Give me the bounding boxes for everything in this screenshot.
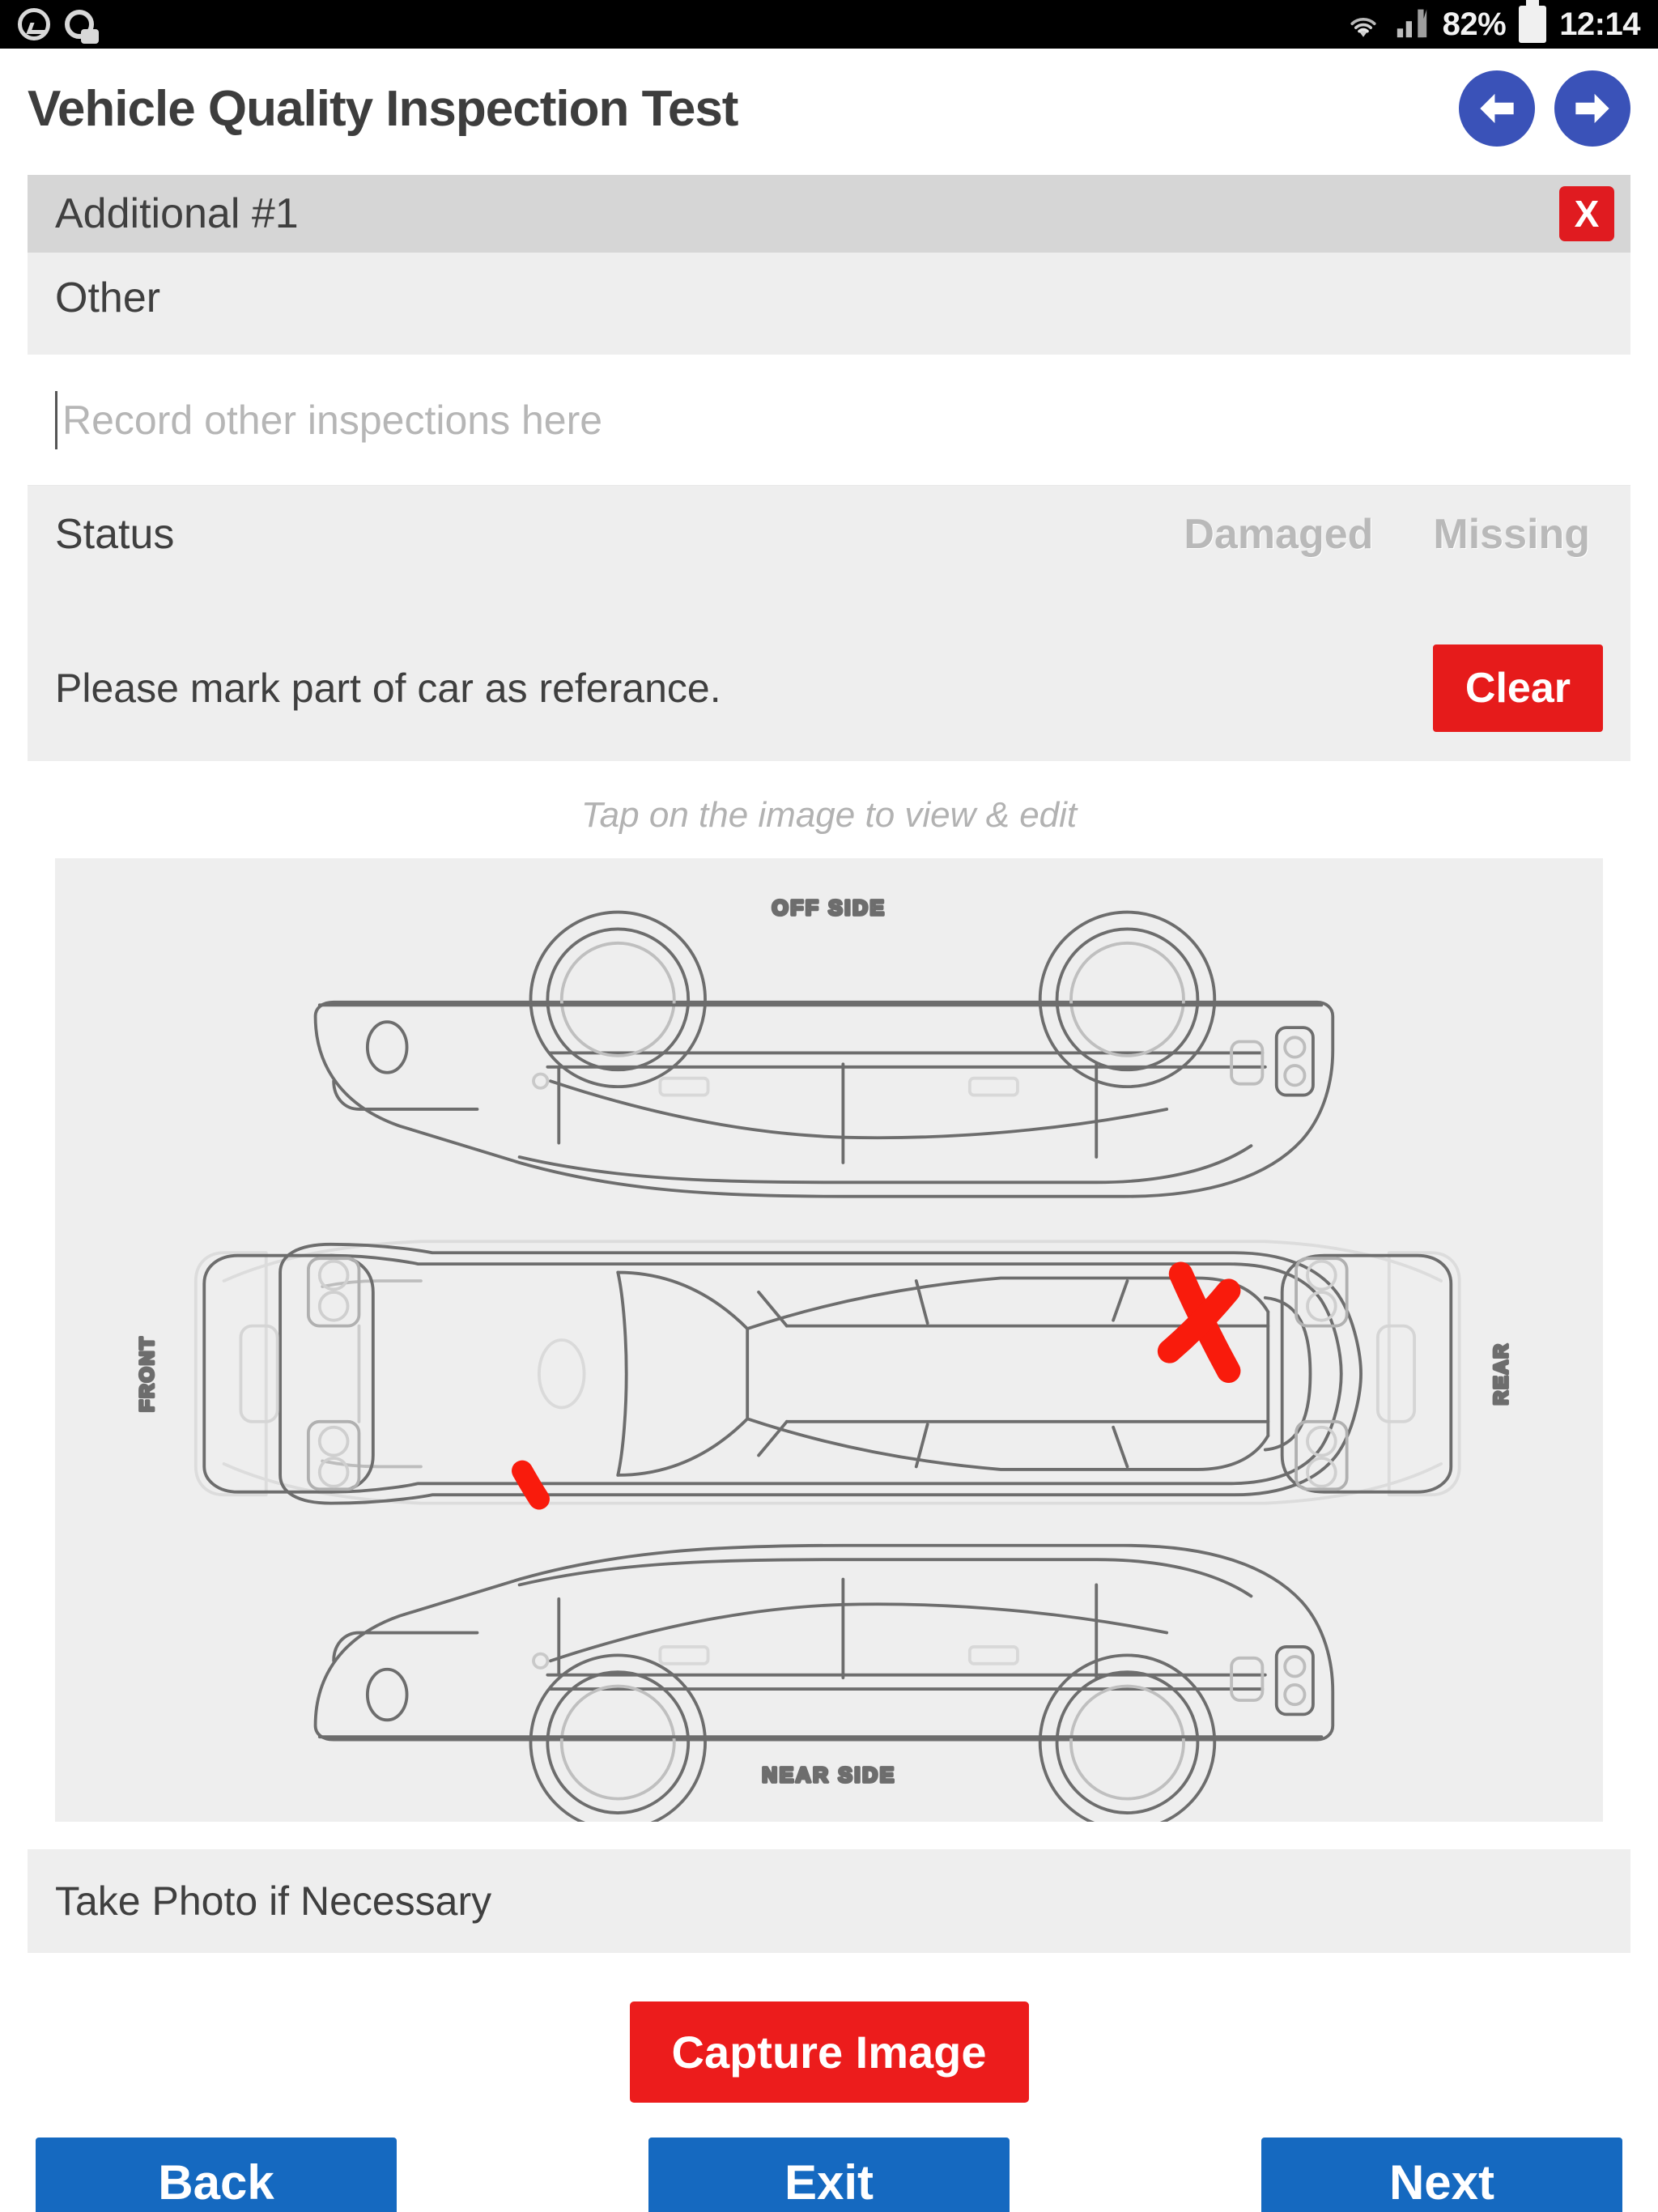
section-subheader: Other <box>28 253 1630 355</box>
arrow-right-icon <box>1575 93 1609 124</box>
status-bar: 82% 12:14 <box>0 0 1658 49</box>
tap-hint-label: Tap on the image to view & edit <box>580 795 1078 835</box>
inspection-card: Additional #1 X Other Status Damaged Mis… <box>28 175 1630 2153</box>
status-bar-right-icons: 82% 12:14 <box>1346 0 1640 43</box>
diagram-label-front: FRONT <box>137 1336 159 1412</box>
tap-hint-row: Tap on the image to view & edit <box>28 761 1630 858</box>
damage-mark-cross <box>1157 1261 1241 1384</box>
back-button[interactable]: Back <box>36 2138 397 2212</box>
photo-label: Take Photo if Necessary <box>55 1878 492 1924</box>
section-header: Additional #1 X <box>28 175 1630 253</box>
diagram-label-rear: REAR <box>1490 1342 1512 1405</box>
battery-percent-label: 82% <box>1442 6 1507 42</box>
nav-back-button[interactable] <box>1459 70 1535 147</box>
diagram-wrapper: OFF SIDE NEAR SIDE FRONT REAR <box>28 858 1630 1849</box>
page-title: Vehicle Quality Inspection Test <box>28 80 738 137</box>
sync-icon <box>18 8 50 40</box>
diagram-label-offside: OFF SIDE <box>772 895 886 920</box>
photo-label-row: Take Photo if Necessary <box>28 1849 1630 1953</box>
nav-forward-button[interactable] <box>1554 70 1630 147</box>
capture-image-button[interactable]: Capture Image <box>629 2001 1029 2103</box>
status-options: Damaged Missing <box>1184 510 1603 559</box>
close-icon[interactable]: X <box>1559 186 1614 241</box>
capture-row: Capture Image <box>28 1953 1630 2153</box>
footer-nav: Back Exit Next <box>0 2138 1658 2212</box>
status-option-damaged[interactable]: Damaged <box>1184 510 1373 559</box>
clock-label: 12:14 <box>1559 6 1640 42</box>
damage-mark-stroke <box>512 1460 550 1510</box>
app-header: Vehicle Quality Inspection Test <box>0 49 1658 168</box>
status-bar-left-icons <box>18 8 99 44</box>
battery-icon <box>1519 0 1547 43</box>
status-label: Status <box>55 511 175 558</box>
notes-input[interactable] <box>55 390 1603 449</box>
app-root: 82% 12:14 Vehicle Quality Inspection Tes… <box>0 0 1658 2212</box>
app-circle-icon <box>65 10 99 44</box>
exit-button[interactable]: Exit <box>648 2138 1010 2212</box>
status-row: Status Damaged Missing <box>28 486 1630 615</box>
vehicle-diagram-canvas[interactable]: OFF SIDE NEAR SIDE FRONT REAR <box>55 858 1603 1822</box>
status-option-missing[interactable]: Missing <box>1433 510 1590 559</box>
wifi-icon <box>1346 8 1381 40</box>
section-title: Additional #1 <box>55 190 299 237</box>
clear-button[interactable]: Clear <box>1432 644 1603 732</box>
marking-instruction: Please mark part of car as referance. <box>55 666 721 711</box>
arrow-left-icon <box>1480 93 1514 124</box>
signal-icon <box>1394 6 1430 43</box>
marking-instruction-row: Please mark part of car as referance. Cl… <box>28 615 1630 761</box>
header-nav-arrows <box>1459 70 1630 147</box>
section-subtitle: Other <box>55 274 161 321</box>
next-button[interactable]: Next <box>1261 2138 1622 2212</box>
notes-row <box>28 355 1630 486</box>
diagram-label-nearside: NEAR SIDE <box>762 1763 895 1787</box>
